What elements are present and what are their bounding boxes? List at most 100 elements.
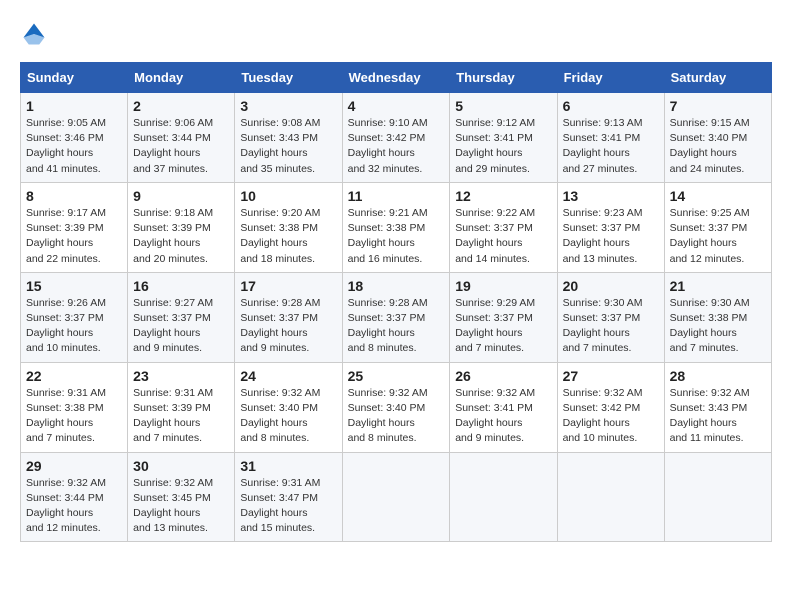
calendar-header-row: SundayMondayTuesdayWednesdayThursdayFrid… — [21, 63, 772, 93]
cell-info: Sunrise: 9:25 AMSunset: 3:37 PMDaylight … — [670, 207, 750, 265]
cell-info: Sunrise: 9:29 AMSunset: 3:37 PMDaylight … — [455, 297, 535, 355]
calendar-week-5: 29 Sunrise: 9:32 AMSunset: 3:44 PMDaylig… — [21, 452, 772, 542]
calendar-cell — [557, 452, 664, 542]
weekday-header-saturday: Saturday — [664, 63, 771, 93]
calendar-cell: 23 Sunrise: 9:31 AMSunset: 3:39 PMDaylig… — [128, 362, 235, 452]
calendar-cell: 26 Sunrise: 9:32 AMSunset: 3:41 PMDaylig… — [450, 362, 557, 452]
cell-info: Sunrise: 9:13 AMSunset: 3:41 PMDaylight … — [563, 117, 643, 175]
weekday-header-wednesday: Wednesday — [342, 63, 450, 93]
cell-info: Sunrise: 9:23 AMSunset: 3:37 PMDaylight … — [563, 207, 643, 265]
calendar-cell: 31 Sunrise: 9:31 AMSunset: 3:47 PMDaylig… — [235, 452, 342, 542]
logo — [20, 20, 52, 48]
day-number: 22 — [26, 368, 122, 384]
day-number: 11 — [348, 188, 445, 204]
weekday-header-tuesday: Tuesday — [235, 63, 342, 93]
day-number: 2 — [133, 98, 229, 114]
cell-info: Sunrise: 9:31 AMSunset: 3:38 PMDaylight … — [26, 387, 106, 445]
calendar-cell: 18 Sunrise: 9:28 AMSunset: 3:37 PMDaylig… — [342, 272, 450, 362]
day-number: 26 — [455, 368, 551, 384]
cell-info: Sunrise: 9:28 AMSunset: 3:37 PMDaylight … — [348, 297, 428, 355]
calendar-week-4: 22 Sunrise: 9:31 AMSunset: 3:38 PMDaylig… — [21, 362, 772, 452]
cell-info: Sunrise: 9:32 AMSunset: 3:42 PMDaylight … — [563, 387, 643, 445]
calendar-cell: 2 Sunrise: 9:06 AMSunset: 3:44 PMDayligh… — [128, 93, 235, 183]
day-number: 20 — [563, 278, 659, 294]
cell-info: Sunrise: 9:22 AMSunset: 3:37 PMDaylight … — [455, 207, 535, 265]
calendar-cell: 1 Sunrise: 9:05 AMSunset: 3:46 PMDayligh… — [21, 93, 128, 183]
calendar-cell: 4 Sunrise: 9:10 AMSunset: 3:42 PMDayligh… — [342, 93, 450, 183]
day-number: 16 — [133, 278, 229, 294]
day-number: 4 — [348, 98, 445, 114]
calendar-body: 1 Sunrise: 9:05 AMSunset: 3:46 PMDayligh… — [21, 93, 772, 542]
day-number: 19 — [455, 278, 551, 294]
calendar-cell: 24 Sunrise: 9:32 AMSunset: 3:40 PMDaylig… — [235, 362, 342, 452]
cell-info: Sunrise: 9:32 AMSunset: 3:43 PMDaylight … — [670, 387, 750, 445]
calendar-cell: 16 Sunrise: 9:27 AMSunset: 3:37 PMDaylig… — [128, 272, 235, 362]
calendar-cell: 7 Sunrise: 9:15 AMSunset: 3:40 PMDayligh… — [664, 93, 771, 183]
calendar-cell: 30 Sunrise: 9:32 AMSunset: 3:45 PMDaylig… — [128, 452, 235, 542]
weekday-header-monday: Monday — [128, 63, 235, 93]
cell-info: Sunrise: 9:21 AMSunset: 3:38 PMDaylight … — [348, 207, 428, 265]
cell-info: Sunrise: 9:31 AMSunset: 3:47 PMDaylight … — [240, 477, 320, 535]
calendar-table: SundayMondayTuesdayWednesdayThursdayFrid… — [20, 62, 772, 542]
cell-info: Sunrise: 9:32 AMSunset: 3:40 PMDaylight … — [348, 387, 428, 445]
day-number: 25 — [348, 368, 445, 384]
calendar-cell: 29 Sunrise: 9:32 AMSunset: 3:44 PMDaylig… — [21, 452, 128, 542]
day-number: 1 — [26, 98, 122, 114]
day-number: 18 — [348, 278, 445, 294]
day-number: 23 — [133, 368, 229, 384]
cell-info: Sunrise: 9:28 AMSunset: 3:37 PMDaylight … — [240, 297, 320, 355]
calendar-cell: 19 Sunrise: 9:29 AMSunset: 3:37 PMDaylig… — [450, 272, 557, 362]
cell-info: Sunrise: 9:08 AMSunset: 3:43 PMDaylight … — [240, 117, 320, 175]
calendar-week-2: 8 Sunrise: 9:17 AMSunset: 3:39 PMDayligh… — [21, 182, 772, 272]
calendar-cell — [342, 452, 450, 542]
cell-info: Sunrise: 9:10 AMSunset: 3:42 PMDaylight … — [348, 117, 428, 175]
weekday-header-thursday: Thursday — [450, 63, 557, 93]
calendar-cell: 25 Sunrise: 9:32 AMSunset: 3:40 PMDaylig… — [342, 362, 450, 452]
cell-info: Sunrise: 9:32 AMSunset: 3:44 PMDaylight … — [26, 477, 106, 535]
cell-info: Sunrise: 9:30 AMSunset: 3:38 PMDaylight … — [670, 297, 750, 355]
calendar-cell: 5 Sunrise: 9:12 AMSunset: 3:41 PMDayligh… — [450, 93, 557, 183]
calendar-cell: 13 Sunrise: 9:23 AMSunset: 3:37 PMDaylig… — [557, 182, 664, 272]
cell-info: Sunrise: 9:15 AMSunset: 3:40 PMDaylight … — [670, 117, 750, 175]
calendar-cell: 22 Sunrise: 9:31 AMSunset: 3:38 PMDaylig… — [21, 362, 128, 452]
calendar-cell: 8 Sunrise: 9:17 AMSunset: 3:39 PMDayligh… — [21, 182, 128, 272]
cell-info: Sunrise: 9:27 AMSunset: 3:37 PMDaylight … — [133, 297, 213, 355]
day-number: 10 — [240, 188, 336, 204]
logo-icon — [20, 20, 48, 48]
calendar-cell: 14 Sunrise: 9:25 AMSunset: 3:37 PMDaylig… — [664, 182, 771, 272]
cell-info: Sunrise: 9:32 AMSunset: 3:40 PMDaylight … — [240, 387, 320, 445]
cell-info: Sunrise: 9:30 AMSunset: 3:37 PMDaylight … — [563, 297, 643, 355]
calendar-cell: 3 Sunrise: 9:08 AMSunset: 3:43 PMDayligh… — [235, 93, 342, 183]
calendar-cell: 6 Sunrise: 9:13 AMSunset: 3:41 PMDayligh… — [557, 93, 664, 183]
calendar-cell: 17 Sunrise: 9:28 AMSunset: 3:37 PMDaylig… — [235, 272, 342, 362]
day-number: 3 — [240, 98, 336, 114]
calendar-cell: 10 Sunrise: 9:20 AMSunset: 3:38 PMDaylig… — [235, 182, 342, 272]
day-number: 14 — [670, 188, 766, 204]
day-number: 12 — [455, 188, 551, 204]
day-number: 29 — [26, 458, 122, 474]
calendar-cell: 15 Sunrise: 9:26 AMSunset: 3:37 PMDaylig… — [21, 272, 128, 362]
calendar-week-3: 15 Sunrise: 9:26 AMSunset: 3:37 PMDaylig… — [21, 272, 772, 362]
calendar-cell: 21 Sunrise: 9:30 AMSunset: 3:38 PMDaylig… — [664, 272, 771, 362]
day-number: 17 — [240, 278, 336, 294]
calendar-cell: 9 Sunrise: 9:18 AMSunset: 3:39 PMDayligh… — [128, 182, 235, 272]
cell-info: Sunrise: 9:05 AMSunset: 3:46 PMDaylight … — [26, 117, 106, 175]
calendar-cell: 27 Sunrise: 9:32 AMSunset: 3:42 PMDaylig… — [557, 362, 664, 452]
day-number: 9 — [133, 188, 229, 204]
weekday-header-sunday: Sunday — [21, 63, 128, 93]
calendar-cell — [450, 452, 557, 542]
day-number: 5 — [455, 98, 551, 114]
calendar-week-1: 1 Sunrise: 9:05 AMSunset: 3:46 PMDayligh… — [21, 93, 772, 183]
day-number: 21 — [670, 278, 766, 294]
day-number: 7 — [670, 98, 766, 114]
calendar-cell: 28 Sunrise: 9:32 AMSunset: 3:43 PMDaylig… — [664, 362, 771, 452]
day-number: 30 — [133, 458, 229, 474]
cell-info: Sunrise: 9:26 AMSunset: 3:37 PMDaylight … — [26, 297, 106, 355]
cell-info: Sunrise: 9:32 AMSunset: 3:45 PMDaylight … — [133, 477, 213, 535]
cell-info: Sunrise: 9:18 AMSunset: 3:39 PMDaylight … — [133, 207, 213, 265]
cell-info: Sunrise: 9:17 AMSunset: 3:39 PMDaylight … — [26, 207, 106, 265]
day-number: 28 — [670, 368, 766, 384]
calendar-cell: 20 Sunrise: 9:30 AMSunset: 3:37 PMDaylig… — [557, 272, 664, 362]
day-number: 27 — [563, 368, 659, 384]
calendar-cell: 11 Sunrise: 9:21 AMSunset: 3:38 PMDaylig… — [342, 182, 450, 272]
